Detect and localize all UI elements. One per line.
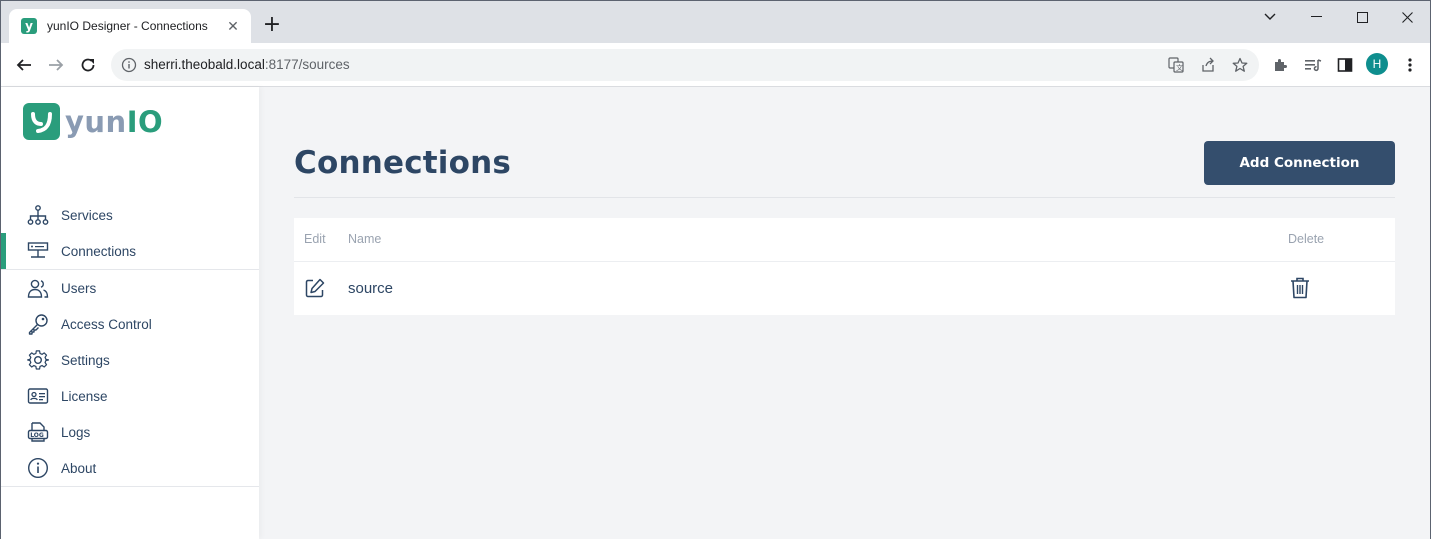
new-tab-icon[interactable]: + <box>261 14 283 37</box>
trash-icon[interactable] <box>1289 276 1311 300</box>
tab-close-icon[interactable]: ✕ <box>225 18 241 34</box>
bookmark-star-icon[interactable] <box>1231 56 1249 74</box>
sidebar-item-label: Settings <box>61 352 110 368</box>
address-bar[interactable]: sherri.theobald.local:8177/sources 文 <box>111 49 1259 81</box>
url-host: sherri.theobald.local <box>144 57 265 72</box>
sidebar-divider <box>1 486 259 487</box>
side-panel-icon[interactable] <box>1334 54 1356 76</box>
share-icon[interactable] <box>1199 56 1217 74</box>
tab-title: yunIO Designer - Connections <box>47 19 208 33</box>
sidebar-item-label: Connections <box>61 243 137 259</box>
close-window-icon[interactable] <box>1384 5 1430 29</box>
info-icon <box>27 457 49 479</box>
page-title: Connections <box>294 145 512 181</box>
logo-text-io: IO <box>126 104 164 139</box>
translate-icon[interactable]: 文 <box>1167 56 1185 74</box>
title-divider <box>294 197 1395 198</box>
svg-text:文: 文 <box>1176 63 1183 72</box>
browser-window: y yunIO Designer - Connections ✕ + sherr… <box>0 0 1431 539</box>
sidebar-item-services[interactable]: Services <box>1 197 259 233</box>
sidebar-item-users[interactable]: Users <box>1 270 259 306</box>
logo-mark-icon <box>23 103 60 140</box>
tab-strip: y yunIO Designer - Connections ✕ + <box>1 1 1430 43</box>
sidebar-item-license[interactable]: License <box>1 378 259 414</box>
column-header-delete: Delete <box>1288 232 1325 246</box>
forward-icon[interactable] <box>44 53 68 77</box>
url-text[interactable]: sherri.theobald.local:8177/sources <box>144 57 350 72</box>
browser-tab[interactable]: y yunIO Designer - Connections ✕ <box>9 9 251 43</box>
sidebar-item-access-control[interactable]: Access Control <box>1 306 259 342</box>
key-icon <box>27 313 49 335</box>
logo-text: yunIO <box>65 105 163 139</box>
media-control-icon[interactable] <box>1302 54 1324 76</box>
table-row: source <box>294 262 1395 315</box>
sidebar-nav: Services Connections Users Access Contro… <box>1 197 259 487</box>
logo-text-yun: yun <box>65 104 127 139</box>
connections-icon <box>27 240 49 262</box>
site-info-icon[interactable] <box>121 57 137 73</box>
table-header: Edit Name Delete <box>294 218 1395 262</box>
sidebar-item-label: Logs <box>61 424 91 440</box>
id-card-icon <box>27 385 49 407</box>
column-header-edit: Edit <box>304 232 326 246</box>
page-content: yunIO Services Connections Users Access … <box>1 87 1430 539</box>
sidebar-item-settings[interactable]: Settings <box>1 342 259 378</box>
app-logo[interactable]: yunIO <box>23 103 163 140</box>
sidebar-item-label: About <box>61 460 97 476</box>
menu-kebab-icon[interactable] <box>1399 54 1421 76</box>
favicon-icon: y <box>21 18 37 34</box>
tab-search-chevron-icon[interactable] <box>1247 5 1293 29</box>
svg-text:LOG: LOG <box>30 432 44 439</box>
sidebar: yunIO Services Connections Users Access … <box>1 87 259 539</box>
connections-table: Edit Name Delete source <box>294 218 1395 315</box>
sidebar-item-about[interactable]: About <box>1 450 259 486</box>
sitemap-icon <box>27 204 49 226</box>
logs-icon: LOG <box>27 421 49 443</box>
sidebar-item-logs[interactable]: LOG Logs <box>1 414 259 450</box>
column-header-name: Name <box>348 232 382 246</box>
connection-name: source <box>348 280 394 297</box>
browser-toolbar: sherri.theobald.local:8177/sources 文 H <box>1 43 1430 87</box>
sidebar-item-label: Users <box>61 280 97 296</box>
maximize-icon[interactable] <box>1339 5 1385 29</box>
gear-icon <box>27 349 49 371</box>
url-path: :8177/sources <box>264 57 350 72</box>
back-icon[interactable] <box>12 53 36 77</box>
sidebar-item-connections[interactable]: Connections <box>1 233 259 269</box>
users-icon <box>27 277 49 299</box>
sidebar-item-label: Services <box>61 207 113 223</box>
sidebar-item-label: License <box>61 388 108 404</box>
profile-avatar[interactable]: H <box>1366 53 1388 75</box>
add-connection-button[interactable]: Add Connection <box>1204 141 1395 185</box>
minimize-icon[interactable] <box>1293 5 1339 29</box>
edit-icon[interactable] <box>304 277 326 299</box>
extensions-icon[interactable] <box>1269 54 1291 76</box>
reload-icon[interactable] <box>76 53 100 77</box>
sidebar-item-label: Access Control <box>61 316 152 332</box>
